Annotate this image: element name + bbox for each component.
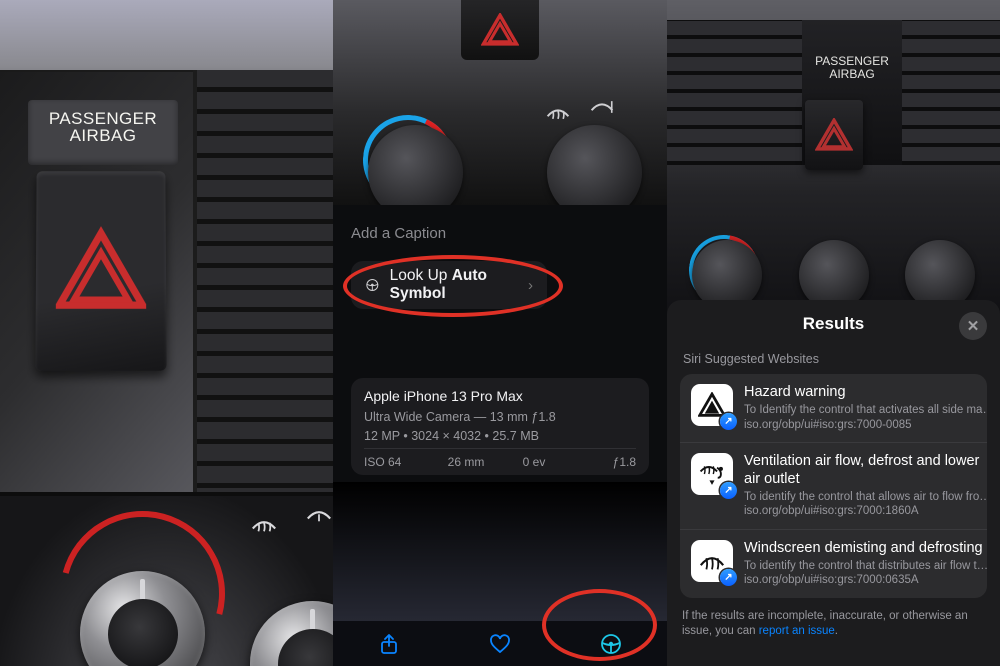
result-windscreen-defrost[interactable]: ↗ Windscreen demisting and defrosting To… (680, 529, 987, 598)
preview-knob-left (368, 125, 463, 205)
result-thumb: ↗ (691, 540, 733, 582)
caption-field[interactable]: Add a Caption (351, 225, 649, 242)
section-header: Siri Suggested Websites (683, 352, 987, 366)
footwell-airflow-icon (305, 504, 333, 526)
lookup-auto-symbol-row[interactable]: Look Up Auto Symbol › (351, 261, 547, 309)
air-vent (193, 70, 333, 510)
results-sheet: Results ✕ Siri Suggested Websites ↗ Haza… (667, 300, 1000, 666)
dashboard-photo-closeup: PASSENGERAIRBAG (0, 0, 333, 666)
airbag-label: PASSENGERAIRBAG (28, 110, 178, 144)
close-button[interactable]: ✕ (959, 312, 987, 340)
result-ventilation[interactable]: ↗ Ventilation air flow, defrost and lowe… (680, 442, 987, 529)
hazard-button-in-preview (805, 100, 863, 170)
climate-control-panel (0, 496, 333, 666)
safari-badge-icon: ↗ (720, 569, 737, 586)
result-src: iso.org/obp/ui#iso:grs:7000:0635A (744, 573, 987, 587)
share-button[interactable] (376, 631, 402, 657)
favorite-button[interactable] (487, 631, 513, 657)
results-list: ↗ Hazard warning To Identify the control… (680, 374, 987, 598)
safari-badge-icon: ↗ (720, 482, 737, 499)
photos-toolbar (333, 621, 667, 666)
photo-preview: PASSENGERAIRBAG (667, 0, 1000, 320)
airbag-label: PASSENGERAIRBAG (807, 55, 897, 80)
result-title: Windscreen demisting and defrosting (744, 540, 987, 557)
heart-icon (488, 632, 512, 656)
hazard-button-in-preview (461, 0, 539, 60)
photos-info-panel: Add a Caption Look Up Auto Symbol › Appl… (333, 0, 667, 666)
hazard-triangle-icon (481, 13, 519, 47)
chevron-right-icon: › (528, 277, 533, 294)
steering-wheel-icon (365, 276, 380, 294)
hazard-triangle-icon (698, 392, 726, 418)
share-icon (377, 632, 401, 656)
result-src: iso.org/obp/ui#iso:grs:7000-0085 (744, 418, 987, 432)
preview-knob-right (547, 125, 642, 205)
report-issue-link[interactable]: report an issue (759, 625, 835, 637)
result-title: Ventilation air flow, defrost and lower … (744, 453, 987, 488)
safari-badge-icon: ↗ (720, 413, 737, 430)
result-desc: To Identify the control that activates a… (744, 403, 987, 417)
results-footnote: If the results are incomplete, inaccurat… (680, 609, 987, 640)
defrost-windshield-icon (545, 103, 571, 123)
mode-knob (250, 601, 333, 666)
close-icon: ✕ (967, 317, 980, 335)
result-desc: To identify the control that allows air … (744, 490, 987, 504)
defrost-windshield-icon (250, 514, 278, 536)
exif-row: ISO 64 26 mm 0 ev ƒ1.8 (364, 448, 636, 469)
steering-wheel-icon (599, 632, 623, 656)
result-thumb: ↗ (691, 384, 733, 426)
result-src: iso.org/obp/ui#iso:grs:7000:1860A (744, 504, 987, 518)
sheet-title: Results (680, 314, 987, 334)
visual-lookup-button[interactable] (598, 631, 624, 657)
passenger-airbag-indicator: PASSENGERAIRBAG (28, 100, 178, 165)
device-name: Apple iPhone 13 Pro Max (364, 388, 636, 404)
lookup-label: Look Up Auto Symbol (390, 267, 518, 303)
result-desc: To identify the control that distributes… (744, 559, 987, 573)
windscreen-defrost-icon (698, 548, 726, 574)
result-title: Hazard warning (744, 384, 987, 401)
result-thumb: ↗ (691, 453, 733, 495)
visual-lookup-results-screen: PASSENGERAIRBAG Results ✕ Siri Suggested… (667, 0, 1000, 666)
photo-metadata-card[interactable]: Apple iPhone 13 Pro Max Ultra Wide Camer… (351, 378, 649, 475)
resolution-size: 12 MP • 3024 × 4032 • 25.7 MB (364, 429, 636, 443)
photo-preview (333, 0, 667, 205)
result-hazard-warning[interactable]: ↗ Hazard warning To Identify the control… (680, 374, 987, 442)
hazard-triangle-icon (815, 118, 853, 152)
hazard-triangle-icon (56, 225, 146, 315)
lens-info: Ultra Wide Camera — 13 mm ƒ1.8 (364, 410, 636, 424)
defrost-footwell-icon (589, 97, 615, 117)
photo-lower-region (333, 482, 667, 621)
hazard-warning-button (35, 171, 166, 371)
